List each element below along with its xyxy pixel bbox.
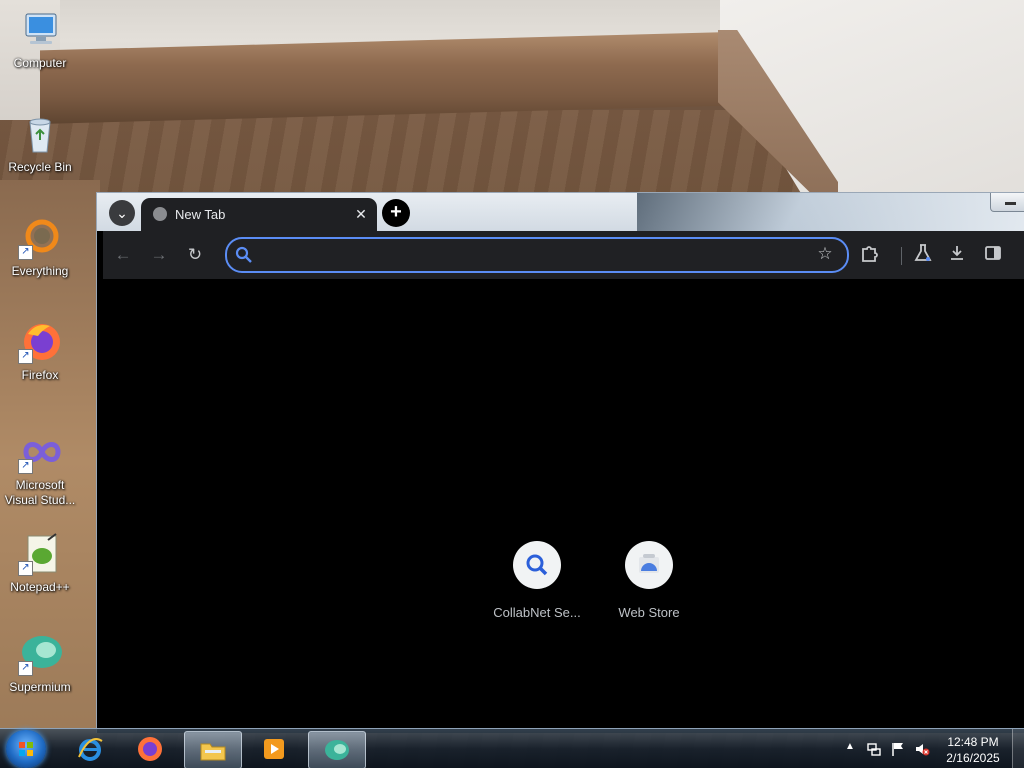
- supermium-icon: [325, 740, 349, 760]
- shortcut-arrow-icon: ↗: [18, 561, 33, 576]
- shortcut-icon-circle: [625, 541, 673, 589]
- tab-close-button[interactable]: ✕: [351, 204, 371, 224]
- taskbar-internet-explorer[interactable]: [62, 731, 118, 767]
- tab-strip: ⌄ New Tab ✕ +: [97, 193, 1024, 231]
- taskbar-firefox[interactable]: [122, 731, 178, 767]
- desktop-icon-label: Firefox: [21, 368, 59, 382]
- browser-window: ⌄ New Tab ✕ + ← → ↻ ☆ CollabNet Se... We…: [96, 192, 1024, 733]
- clock-time: 12:48 PM: [947, 735, 999, 749]
- shortcut-arrow-icon: ↗: [18, 349, 33, 364]
- search-icon: [526, 554, 548, 576]
- reload-button[interactable]: ↻: [183, 243, 207, 267]
- desktop-icon-label: Supermium: [9, 680, 71, 694]
- address-bar[interactable]: ☆: [225, 237, 849, 273]
- clock[interactable]: 12:48 PM 2/16/2025: [940, 734, 1006, 766]
- bookmark-star-button[interactable]: ☆: [813, 242, 837, 266]
- side-panel-button[interactable]: [981, 243, 1005, 267]
- action-center-flag-icon[interactable]: [890, 741, 906, 757]
- shortcut-label: Web Store: [618, 605, 680, 620]
- taskbar-media-player[interactable]: [246, 731, 302, 767]
- firefox-icon: [138, 737, 162, 761]
- firefox-icon: ↗: [18, 320, 62, 364]
- supermium-icon: ↗: [18, 632, 62, 676]
- folder-icon: [200, 743, 226, 761]
- shortcut-arrow-icon: ↗: [18, 661, 33, 676]
- recycle-bin-icon: [18, 112, 62, 156]
- windows-logo-icon: [19, 742, 33, 756]
- show-hidden-icons-button[interactable]: ▲: [845, 741, 855, 752]
- labs-button[interactable]: [911, 243, 935, 267]
- computer-icon: [18, 8, 62, 52]
- internet-explorer-icon: [78, 738, 103, 761]
- forward-button[interactable]: →: [147, 243, 171, 267]
- tab-title: New Tab: [175, 207, 226, 222]
- new-tab-button[interactable]: +: [382, 199, 410, 227]
- shortcut-label: CollabNet Se...: [493, 605, 581, 620]
- minimize-button[interactable]: [990, 193, 1024, 212]
- desktop-icon-everything[interactable]: ↗ Everything: [0, 216, 80, 279]
- downloads-button[interactable]: [945, 243, 969, 267]
- desktop-icon-label: Recycle Bin: [8, 160, 72, 174]
- desktop-icon-computer[interactable]: Computer: [0, 8, 80, 71]
- desktop-icon-label: Computer: [13, 56, 67, 70]
- taskbar-file-explorer[interactable]: [184, 731, 242, 768]
- media-player-icon: [264, 739, 284, 759]
- taskbar: ▲ 12:48 PM 2/16/2025: [0, 728, 1024, 768]
- tab-new-tab[interactable]: New Tab ✕: [141, 198, 377, 231]
- shortcut-icon-circle: [513, 541, 561, 589]
- back-button[interactable]: ←: [111, 243, 135, 267]
- extensions-button[interactable]: [857, 243, 881, 267]
- desktop-icon-notepad-plus-plus[interactable]: ↗ Notepad++: [0, 532, 80, 595]
- flask-icon: [914, 244, 932, 261]
- desktop-icon-visual-studio[interactable]: ↗ Microsoft Visual Stud...: [0, 430, 80, 508]
- taskbar-supermium[interactable]: [308, 731, 366, 768]
- desktop-icon-supermium[interactable]: ↗ Supermium: [0, 632, 80, 695]
- desktop-icon-recycle-bin[interactable]: Recycle Bin: [0, 112, 80, 175]
- shortcut-arrow-icon: ↗: [18, 245, 33, 260]
- volume-muted-icon[interactable]: [914, 741, 930, 757]
- start-button[interactable]: [6, 730, 46, 768]
- desktop-icon-label: Microsoft Visual Stud...: [4, 478, 76, 507]
- visual-studio-icon: ↗: [18, 430, 62, 474]
- show-desktop-button[interactable]: [1012, 729, 1024, 768]
- browser-toolbar: ← → ↻ ☆: [103, 231, 1024, 279]
- new-tab-page: CollabNet Se... Web Store: [103, 279, 1024, 733]
- side-panel-icon: [985, 246, 1001, 260]
- tab-search-button[interactable]: ⌄: [109, 200, 135, 226]
- notepad-plus-plus-icon: ↗: [18, 532, 62, 576]
- minimize-icon: [1005, 202, 1016, 205]
- shortcut-web-store[interactable]: Web Store: [599, 541, 699, 620]
- clock-date: 2/16/2025: [946, 751, 1000, 765]
- everything-icon: ↗: [18, 216, 62, 260]
- web-store-icon: [639, 554, 659, 573]
- network-icon[interactable]: [866, 741, 882, 757]
- toolbar-separator: [901, 247, 902, 265]
- address-input[interactable]: [261, 243, 805, 267]
- desktop-icon-firefox[interactable]: ↗ Firefox: [0, 320, 80, 383]
- search-icon: [235, 246, 252, 263]
- title-bar-glass: [637, 193, 1024, 231]
- desktop-icon-label: Notepad++: [10, 580, 70, 594]
- shortcut-arrow-icon: ↗: [18, 459, 33, 474]
- download-icon: [951, 246, 963, 260]
- desktop-icon-label: Everything: [11, 264, 69, 278]
- globe-icon: [153, 207, 167, 221]
- puzzle-icon: [862, 246, 878, 262]
- shortcut-collabnet[interactable]: CollabNet Se...: [487, 541, 587, 620]
